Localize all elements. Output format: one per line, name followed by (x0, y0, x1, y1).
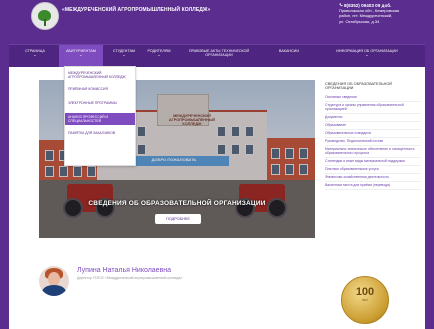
sidebar-link[interactable]: Материально-техническое обеспечение и ос… (325, 146, 421, 158)
nav-item-parents[interactable]: РОДИТЕЛЯМ ⌄ (143, 49, 175, 57)
phone-icon (339, 3, 343, 7)
address-line-3: ул. Октябрьская, д.34 (339, 18, 380, 24)
director-profile: Лупина Наталья Николаевна Директор ГБПОУ… (39, 262, 419, 324)
sidebar-link[interactable]: Структура и органы управления образовате… (325, 102, 421, 114)
applicants-dropdown: МЕЖДУРЕЧЕНСКИЙ АГРОПРОМЫШЛЕННЫЙ КОЛЛЕДЖ … (64, 66, 136, 166)
page: «МЕЖДУРЕЧЕНСКИЙ АГРОПРОМЫШЛЕННЫЙ КОЛЛЕДЖ… (9, 0, 425, 329)
sidebar-link[interactable]: Вакантные места для приёма (перевода) (325, 182, 421, 190)
logo-stem-icon (44, 19, 46, 26)
site-title[interactable]: «МЕЖДУРЕЧЕНСКИЙ АГРОПРОМЫШЛЕННЫЙ КОЛЛЕДЖ… (62, 7, 210, 13)
director-role: Директор ГБПОУ «Междуреченский агропромы… (77, 276, 183, 280)
more-button[interactable]: ПОДРОБНЕЕ (155, 214, 201, 224)
sidebar-link[interactable]: Руководство. Педагогический состав (325, 138, 421, 146)
sidebar-link[interactable]: Стипендии и иные виды материальной подде… (325, 158, 421, 166)
dropdown-item-admission[interactable]: ПРИЁМНАЯ КОМИССИЯ (68, 87, 132, 91)
dropdown-item-programs[interactable]: ЭЛЕКТРОННЫЕ ПРОГРАММЫ (68, 101, 132, 105)
sidebar-link[interactable]: Образование (325, 122, 421, 130)
chevron-down-icon: ⌄ (79, 52, 83, 58)
sidebar: СВЕДЕНИЯ ОБ ОБРАЗОВАТЕЛЬНОЙ ОРГАНИЗАЦИИ … (325, 82, 421, 190)
nav-item-students[interactable]: СТУДЕНТАМ ⌄ (105, 49, 143, 57)
nav-item-applicants[interactable]: АБИТУРИЕНТАМ ⌄ (59, 45, 103, 67)
director-name[interactable]: Лупина Наталья Николаевна (77, 267, 171, 274)
medal-subtitle: ЛЕТ (362, 298, 368, 302)
nav-item-home[interactable]: СТРАНИЦА ⌄ (15, 49, 55, 57)
sidebar-link[interactable]: Документы (325, 114, 421, 122)
dropdown-item-college[interactable]: МЕЖДУРЕЧЕНСКИЙ АГРОПРОМЫШЛЕННЫЙ КОЛЛЕДЖ (68, 71, 132, 79)
medal-number: 100 (355, 286, 375, 298)
contact-block: 8(8352) 09403 09 доб. Приволжская обл., … (339, 3, 425, 24)
chevron-down-icon: ⌄ (122, 52, 126, 58)
college-logo[interactable] (31, 2, 59, 30)
chevron-down-icon: ⌄ (365, 52, 369, 58)
slide-title: СВЕДЕНИЯ ОБ ОБРАЗОВАТЕЛЬНОЙ ОРГАНИЗАЦИИ (88, 200, 266, 207)
nav-item-org-info[interactable]: ИНФОРМАЦИЯ ОБ ОРГАНИЗАЦИИ ⌄ (315, 49, 419, 57)
dropdown-item-memo[interactable]: ПАМЯТКА ДЛЯ ЗАКАЗЧИКОВ (68, 131, 132, 135)
nav-item-label: ВАКАНСИИ (279, 49, 299, 53)
avatar-body (42, 285, 66, 296)
nav-item-legal-acts[interactable]: ПРАВОВЫЕ АКТЫ ТЕХНИЧЕСКОЙ ОРГАНИЗАЦИИ (177, 49, 261, 57)
main-nav: СТРАНИЦА ⌄ АБИТУРИЕНТАМ ⌄ СТУДЕНТАМ ⌄ РО… (9, 44, 425, 67)
sidebar-link[interactable]: Основные сведения (325, 94, 421, 102)
nav-item-label: ПРАВОВЫЕ АКТЫ ТЕХНИЧЕСКОЙ ОРГАНИЗАЦИИ (188, 49, 250, 58)
sidebar-title: СВЕДЕНИЯ ОБ ОБРАЗОВАТЕЛЬНОЙ ОРГАНИЗАЦИИ (325, 82, 392, 91)
director-avatar (39, 266, 69, 296)
avatar-face (48, 272, 60, 286)
sidebar-link[interactable]: Финансово-хозяйственная деятельность (325, 174, 421, 182)
nav-item-vacancies[interactable]: ВАКАНСИИ (271, 49, 307, 53)
chevron-down-icon: ⌄ (33, 52, 37, 58)
sidebar-link[interactable]: Платные образовательные услуги (325, 166, 421, 174)
anniversary-medal: 100 ЛЕТ (341, 276, 389, 324)
chevron-down-icon: ⌄ (157, 52, 161, 58)
dropdown-item-analysis[interactable]: АНАЛИЗ ПРОФЕССИЙ И СПЕЦИАЛЬНОСТЕЙ (65, 113, 135, 125)
sidebar-link[interactable]: Образовательные стандарты (325, 130, 421, 138)
site-header: «МЕЖДУРЕЧЕНСКИЙ АГРОПРОМЫШЛЕННЫЙ КОЛЛЕДЖ… (9, 0, 425, 44)
